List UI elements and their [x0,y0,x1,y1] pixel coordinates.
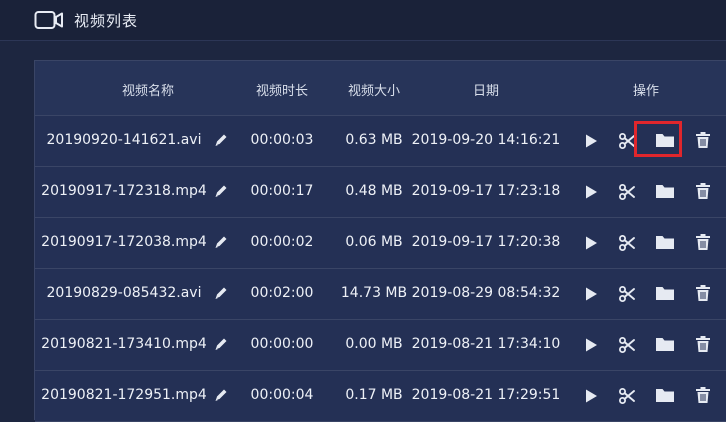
video-size: 0.48 MB [345,183,403,199]
video-name: 20190917-172038.mp4 [41,234,207,250]
video-size: 14.73 MB [340,285,408,301]
video-date: 2019-08-21 17:34:10 [411,336,561,352]
video-duration: 00:00:02 [250,234,314,250]
video-date: 2019-08-21 17:29:51 [411,387,561,403]
delete-icon[interactable] [694,386,712,404]
video-duration: 00:02:00 [250,285,314,301]
video-name: 20190917-172318.mp4 [41,183,207,199]
edit-icon[interactable] [212,182,230,200]
play-icon[interactable] [582,285,600,303]
play-icon[interactable] [582,132,600,150]
edit-icon[interactable] [212,233,230,251]
folder-icon[interactable] [655,182,675,200]
video-name: 20190829-085432.avi [46,285,202,301]
column-header-duration: 视频时长 [255,84,309,99]
edit-icon[interactable] [212,386,230,404]
page-title: 视频列表 [74,12,139,30]
video-size: 0.00 MB [345,336,403,352]
table-row[interactable]: 20190920-141621.avi 00:00:03 0.63 MB 201… [35,116,726,167]
cut-icon[interactable] [618,183,636,201]
cut-icon[interactable] [618,336,636,354]
video-size: 0.17 MB [345,387,403,403]
folder-icon[interactable] [655,233,675,251]
delete-icon[interactable] [694,284,712,302]
table-header: 视频名称 视频时长 视频大小 日期 操作 [35,61,726,116]
table-row[interactable]: 20190821-172951.mp4 00:00:04 0.17 MB 201… [35,371,726,422]
content-panel: 视频名称 视频时长 视频大小 日期 操作 20190920-141621.avi… [0,41,726,422]
video-duration: 00:00:04 [250,387,314,403]
edit-icon[interactable] [212,284,230,302]
video-size: 0.06 MB [345,234,403,250]
video-name: 20190821-173410.mp4 [41,336,207,352]
table-row[interactable]: 20190829-085432.avi 00:02:00 14.73 MB 20… [35,269,726,320]
video-date: 2019-09-20 14:16:21 [411,132,561,148]
delete-icon[interactable] [694,131,712,149]
video-date: 2019-09-17 17:23:18 [411,183,561,199]
video-duration: 00:00:00 [250,336,314,352]
folder-icon[interactable] [655,284,675,302]
cut-icon[interactable] [618,285,636,303]
delete-icon[interactable] [694,335,712,353]
video-name: 20190821-172951.mp4 [41,387,207,403]
video-name: 20190920-141621.avi [46,132,202,148]
delete-icon[interactable] [694,233,712,251]
column-header-actions: 操作 [632,84,660,99]
edit-icon[interactable] [212,131,230,149]
play-icon[interactable] [582,183,600,201]
edit-icon[interactable] [212,335,230,353]
play-icon[interactable] [582,336,600,354]
window-header: 视频列表 [0,0,726,41]
video-duration: 00:00:17 [250,183,314,199]
table-row[interactable]: 20190917-172038.mp4 00:00:02 0.06 MB 201… [35,218,726,269]
table-row[interactable]: 20190917-172318.mp4 00:00:17 0.48 MB 201… [35,167,726,218]
column-header-size: 视频大小 [347,84,401,99]
video-camera-icon [34,10,64,30]
table-row[interactable]: 20190821-173410.mp4 00:00:00 0.00 MB 201… [35,320,726,371]
play-icon[interactable] [582,234,600,252]
video-size: 0.63 MB [345,132,403,148]
video-date: 2019-09-17 17:20:38 [411,234,561,250]
folder-icon[interactable] [655,386,675,404]
video-date: 2019-08-29 08:54:32 [411,285,561,301]
video-table: 视频名称 视频时长 视频大小 日期 操作 20190920-141621.avi… [34,60,726,422]
cut-icon[interactable] [618,387,636,405]
folder-highlight-box [634,121,682,157]
folder-icon[interactable] [655,335,675,353]
video-duration: 00:00:03 [250,132,314,148]
column-header-date: 日期 [472,84,500,99]
delete-icon[interactable] [694,182,712,200]
play-icon[interactable] [582,387,600,405]
column-header-name: 视频名称 [121,84,175,99]
cut-icon[interactable] [618,234,636,252]
